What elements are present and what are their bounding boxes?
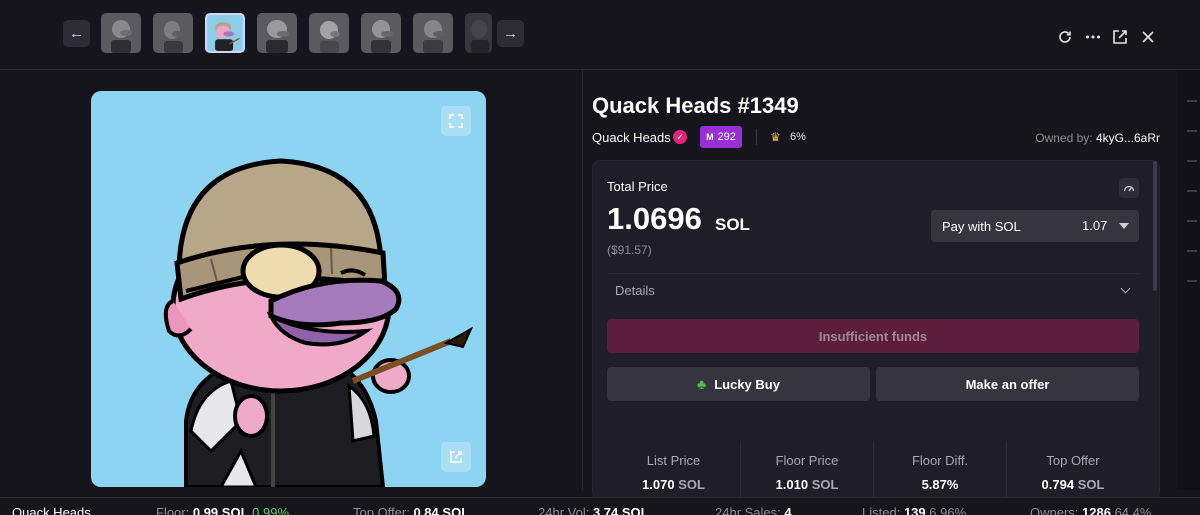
owner-address[interactable]: 4kyG...6aRr (1096, 131, 1160, 145)
decor-line (1187, 100, 1197, 102)
nft-title: Quack Heads #1349 (592, 93, 799, 118)
panel-divider (582, 70, 583, 490)
duck-illustration (163, 158, 474, 487)
fullscreen-button[interactable] (441, 106, 471, 136)
stat-label: List Price (646, 453, 701, 468)
stat-floor-price: Floor Price 1.010 SOL (740, 441, 873, 501)
refresh-icon[interactable] (1056, 28, 1074, 46)
thumbnail[interactable] (153, 13, 193, 53)
decor-line (1187, 130, 1197, 132)
scrollbar[interactable] (1153, 161, 1157, 291)
crown-icon: ♛ (770, 130, 781, 144)
price-usd: ($91.57) (607, 243, 652, 257)
close-icon[interactable] (1139, 28, 1157, 46)
thumbnail[interactable] (257, 13, 297, 53)
stat-value: 1.070 SOL (642, 477, 705, 492)
rank-badge[interactable]: M 292 (700, 126, 742, 148)
caret-down-icon (1119, 223, 1129, 229)
stat-label: Floor Price (775, 453, 839, 468)
ticker-owners: Owners: 1286 64.4% (1030, 505, 1152, 515)
decor-line (1187, 280, 1197, 282)
owner-label: Owned by: (1035, 131, 1093, 145)
thumbnail[interactable] (309, 13, 349, 53)
prev-button[interactable]: ← (63, 20, 90, 47)
arrow-right-icon: → (503, 25, 518, 42)
more-icon[interactable] (1084, 28, 1102, 46)
clover-icon: ♣ (697, 376, 707, 392)
rank-value: 292 (717, 131, 736, 143)
owner-info: Owned by: 4kyG...6aRr (1035, 131, 1160, 145)
price-stats: List Price 1.070 SOL Floor Price 1.010 S… (607, 441, 1139, 501)
gauge-icon[interactable] (1119, 178, 1139, 198)
arrow-left-icon: ← (69, 25, 84, 42)
decor-line (1187, 190, 1197, 192)
divider (756, 129, 757, 145)
top-bar: ← → (0, 0, 1200, 70)
price-currency: SOL (715, 215, 750, 234)
details-label: Details (615, 283, 655, 298)
decor-line (1187, 250, 1197, 252)
stat-value: 5.87% (921, 477, 959, 492)
pay-with-select[interactable]: Pay with SOL 1.07 (931, 210, 1139, 242)
collection-link[interactable]: Quack Heads (592, 130, 671, 145)
decor-line (1187, 160, 1197, 162)
external-link-icon[interactable] (1111, 28, 1129, 46)
total-price-label: Total Price (607, 179, 668, 194)
nft-artwork (91, 91, 486, 487)
next-button[interactable]: → (497, 20, 524, 47)
thumbnail[interactable] (413, 13, 453, 53)
magic-eden-logo-icon: M (706, 132, 714, 142)
decor-line (1187, 220, 1197, 222)
thumbnail[interactable] (361, 13, 401, 53)
ticker-top-offer: Top Offer: 0.84 SOL (353, 505, 470, 515)
stats-ticker: Quack Heads Floor: 0.99 SOL 0.99% Top Of… (0, 497, 1200, 515)
top-percent: 6% (790, 131, 806, 143)
stat-floor-diff: Floor Diff. 5.87% (873, 441, 1006, 501)
pay-with-value: 1.07 (1082, 218, 1108, 233)
stat-value: 1.010 SOL (775, 477, 839, 492)
collection-row: Quack Heads ✓ M 292 ♛ 6% Owned by: 4kyG.… (592, 126, 1160, 148)
ticker-floor: Floor: 0.99 SOL 0.99% (156, 505, 290, 515)
stat-value: 0.794 SOL (1041, 477, 1105, 492)
stat-label: Floor Diff. (911, 453, 969, 468)
price-value: 1.0696 (607, 201, 702, 236)
ticker-listed: Listed: 139 6.96% (862, 505, 967, 515)
thumbnail-active[interactable] (205, 13, 245, 53)
ticker-volume: 24hr Vol: 3.74 SOL (538, 505, 649, 515)
details-toggle[interactable]: Details (607, 273, 1139, 305)
insufficient-funds-button[interactable]: Insufficient funds (607, 319, 1139, 353)
lucky-buy-button[interactable]: ♣ Lucky Buy (607, 367, 870, 401)
stat-top-offer: Top Offer 0.794 SOL (1006, 441, 1139, 501)
thumbnail[interactable] (101, 13, 141, 53)
verified-check-icon: ✓ (673, 130, 687, 144)
pay-with-label: Pay with SOL (942, 219, 1021, 234)
stat-list-price: List Price 1.070 SOL (607, 441, 740, 501)
external-link-icon (450, 451, 462, 463)
thumbnail[interactable] (465, 13, 492, 53)
stat-label: Top Offer (1046, 453, 1100, 468)
open-artwork-button[interactable] (441, 442, 471, 472)
lucky-buy-label: Lucky Buy (714, 376, 780, 392)
ticker-collection[interactable]: Quack Heads (12, 505, 91, 515)
chevron-down-icon (1120, 283, 1131, 294)
expand-icon (449, 114, 463, 128)
make-offer-button[interactable]: Make an offer (876, 367, 1139, 401)
purchase-card: Total Price 1.0696 SOL ($91.57) Pay with… (592, 160, 1160, 501)
ticker-sales: 24hr Sales: 4 (715, 505, 792, 515)
